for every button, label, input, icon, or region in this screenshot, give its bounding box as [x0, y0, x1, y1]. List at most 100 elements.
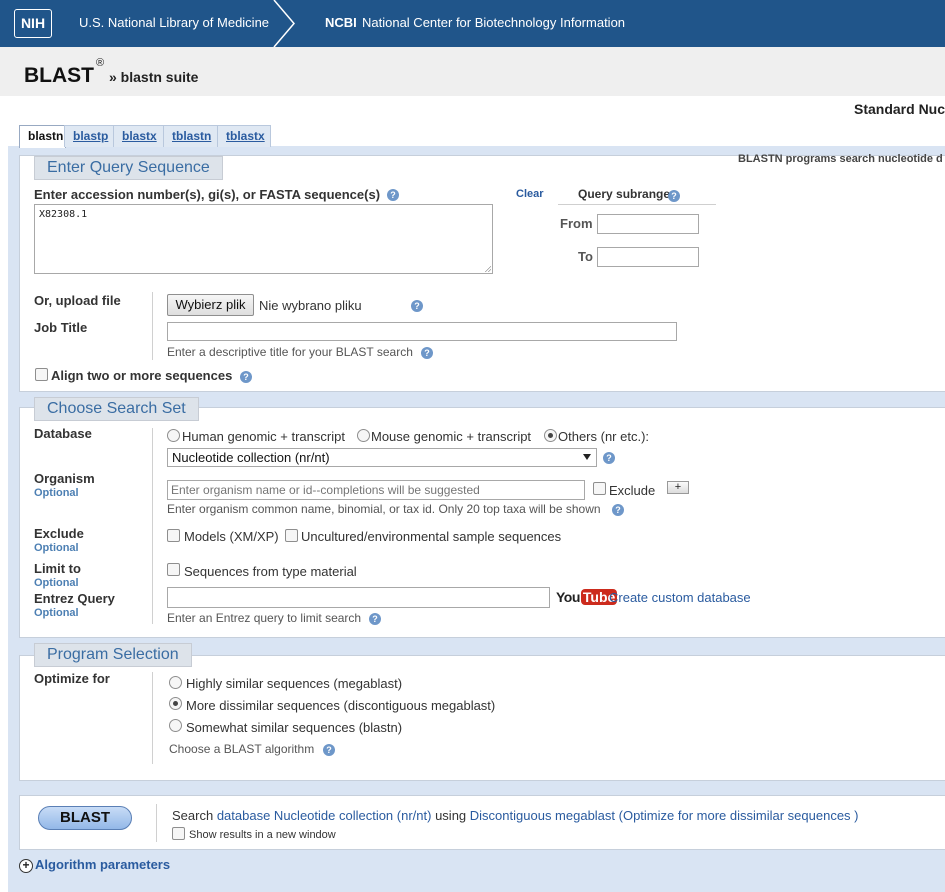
radio-others[interactable]: [544, 429, 557, 442]
organism-label: Organism: [34, 471, 95, 486]
organism-input[interactable]: [167, 480, 585, 500]
program-legend: Program Selection: [34, 643, 192, 667]
to-input[interactable]: [597, 247, 699, 267]
summary-database: database Nucleotide collection (nr/nt): [216, 808, 432, 823]
help-icon[interactable]: ?: [612, 504, 624, 516]
query-legend: Enter Query Sequence: [34, 156, 223, 180]
subrange-label: Query subrange: [578, 187, 671, 201]
option-blastn: Somewhat similar sequences (blastn): [186, 720, 403, 735]
help-icon[interactable]: ?: [668, 190, 680, 202]
submit-bar: BLAST Search database Nucleotide collect…: [19, 795, 945, 850]
help-icon[interactable]: ?: [323, 744, 335, 756]
exclude-optional: Optional: [34, 542, 79, 554]
field-divider: [152, 428, 153, 624]
from-input[interactable]: [597, 214, 699, 234]
chevron-down-icon: [583, 454, 591, 460]
choose-algorithm-hint: Choose a BLAST algorithm: [169, 742, 315, 756]
create-custom-database-link[interactable]: Create custom database: [609, 590, 751, 605]
job-title-input[interactable]: [167, 322, 677, 341]
exclude-label: Exclude: [34, 526, 84, 541]
type-material-label: Sequences from type material: [184, 564, 357, 579]
exclude-models-label: Models (XM/XP): [184, 529, 279, 544]
blast-header: BLAST ® » blastn suite: [0, 47, 945, 96]
nlm-link[interactable]: U.S. National Library of Medicine: [79, 15, 269, 30]
from-label: From: [560, 216, 593, 231]
limit-optional: Optional: [34, 577, 79, 589]
add-organism-button[interactable]: +: [667, 481, 689, 494]
blast-button[interactable]: BLAST: [38, 806, 132, 830]
job-title-hint: Enter a descriptive title for your BLAST…: [167, 345, 413, 359]
tab-tblastx[interactable]: tblastx: [217, 125, 271, 147]
exclude-uncultured-label: Uncultured/environmental sample sequence…: [301, 529, 562, 544]
query-sequence-value: X82308.1: [39, 209, 88, 220]
new-window-checkbox[interactable]: [172, 827, 185, 840]
option-discontiguous-megablast: More dissimilar sequences (discontiguous…: [186, 698, 496, 713]
to-label: To: [578, 249, 593, 264]
organism-optional: Optional: [34, 487, 79, 499]
tab-blastx[interactable]: blastx: [113, 125, 165, 147]
program-description: BLASTN programs search nucleotide d: [738, 153, 943, 165]
algorithm-parameters-link[interactable]: Algorithm parameters: [35, 857, 170, 872]
optimize-label: Optimize for: [34, 671, 110, 686]
radio-human[interactable]: [167, 429, 180, 442]
radio-megablast[interactable]: [169, 676, 182, 689]
page-subtitle: Standard Nuc: [854, 101, 945, 117]
entrez-optional: Optional: [34, 607, 79, 619]
help-icon[interactable]: ?: [387, 189, 399, 201]
choose-file-button[interactable]: Wybierz plik: [167, 294, 254, 316]
help-icon[interactable]: ?: [421, 347, 433, 359]
subrange-divider: [558, 204, 716, 205]
expand-plus-icon[interactable]: +: [19, 859, 33, 873]
align-checkbox[interactable]: [35, 368, 48, 381]
option-megablast: Highly similar sequences (megablast): [186, 676, 403, 691]
ncbi-abbrev[interactable]: NCBI: [325, 15, 357, 30]
page-title[interactable]: BLAST: [24, 64, 94, 88]
field-divider: [152, 672, 153, 764]
exclude-organism-checkbox[interactable]: [593, 482, 606, 495]
help-icon[interactable]: ?: [603, 452, 615, 464]
radio-blastn[interactable]: [169, 719, 182, 732]
radio-discontiguous-megablast[interactable]: [169, 697, 182, 710]
tab-blastn[interactable]: blastn: [19, 125, 66, 148]
field-divider: [152, 292, 153, 360]
search-summary: Search database Nucleotide collection (n…: [172, 808, 859, 823]
program-panel: [19, 655, 945, 781]
database-select[interactable]: Nucleotide collection (nr/nt): [167, 448, 597, 467]
nih-logo[interactable]: NIH: [14, 9, 52, 38]
help-icon[interactable]: ?: [411, 300, 423, 312]
clear-link[interactable]: Clear: [516, 188, 544, 200]
summary-search: Search: [172, 808, 214, 823]
align-label: Align two or more sequences: [51, 368, 233, 383]
exclude-organism-label: Exclude: [609, 483, 656, 498]
query-sequence-textarea[interactable]: X82308.1: [34, 204, 493, 274]
tab-tblastn[interactable]: tblastn: [163, 125, 219, 147]
upload-label: Or, upload file: [34, 293, 121, 308]
exclude-uncultured-checkbox[interactable]: [285, 529, 298, 542]
db-option-human: Human genomic + transcript: [182, 429, 345, 444]
top-banner: NIH U.S. National Library of Medicine NC…: [0, 0, 945, 47]
tab-blastp[interactable]: blastp: [64, 125, 115, 147]
database-selected: Nucleotide collection (nr/nt): [172, 450, 330, 465]
entrez-hint: Enter an Entrez query to limit search: [167, 611, 362, 625]
ncbi-link[interactable]: National Center for Biotechnology Inform…: [362, 15, 625, 30]
entrez-query-input[interactable]: [167, 587, 550, 608]
no-file-text: Nie wybrano pliku: [259, 298, 362, 313]
db-option-others: Others (nr etc.):: [558, 429, 650, 444]
entrez-label: Entrez Query: [34, 591, 115, 606]
resize-handle-icon[interactable]: [484, 265, 491, 272]
type-material-checkbox[interactable]: [167, 563, 180, 576]
exclude-models-checkbox[interactable]: [167, 529, 180, 542]
organism-hint: Enter organism common name, binomial, or…: [167, 502, 601, 516]
limit-label: Limit to: [34, 561, 81, 576]
help-icon[interactable]: ?: [240, 371, 252, 383]
summary-algorithm: Discontiguous megablast (Optimize for mo…: [469, 808, 859, 823]
radio-mouse[interactable]: [357, 429, 370, 442]
database-label: Database: [34, 426, 92, 441]
registered-mark: ®: [96, 57, 105, 69]
search-set-legend: Choose Search Set: [34, 397, 199, 421]
job-title-label: Job Title: [34, 320, 88, 335]
breadcrumb[interactable]: » blastn suite: [109, 69, 198, 85]
summary-using: using: [435, 808, 467, 823]
help-icon[interactable]: ?: [369, 613, 381, 625]
db-option-mouse: Mouse genomic + transcript: [371, 429, 532, 444]
